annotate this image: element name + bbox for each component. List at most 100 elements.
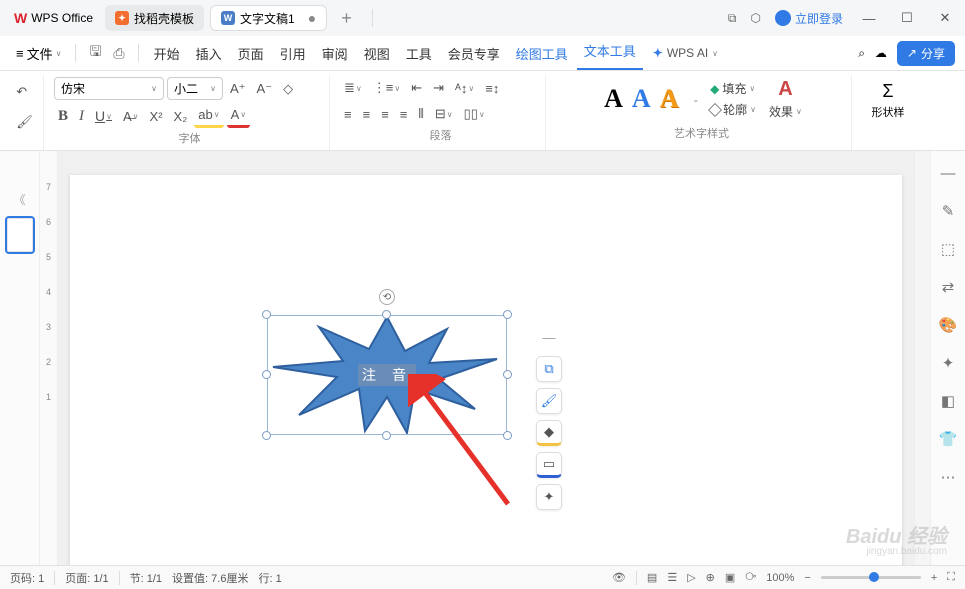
columns-icon[interactable]: ▯▯∨: [460, 103, 489, 125]
flow-tool-icon[interactable]: ⇄: [942, 278, 955, 296]
wps-ai-button[interactable]: ✦WPS AI∨: [653, 46, 718, 60]
zoom-in-button[interactable]: +: [931, 572, 937, 584]
view-split-icon[interactable]: ⧂: [745, 571, 756, 584]
page-thumbnail-1[interactable]: [7, 218, 33, 252]
file-menu[interactable]: ≡ 文件 ∨: [10, 41, 67, 66]
magic-tool-icon[interactable]: ✦: [942, 354, 955, 372]
vertical-scrollbar[interactable]: [914, 151, 930, 565]
text-direction-icon[interactable]: ᴬ↕∨: [451, 78, 478, 99]
resize-handle-sw[interactable]: [262, 431, 271, 440]
number-list-icon[interactable]: ⋮≡∨: [369, 77, 404, 99]
resize-handle-n[interactable]: [382, 310, 391, 319]
shirt-tool-icon[interactable]: 👕: [939, 430, 958, 448]
resize-handle-nw[interactable]: [262, 310, 271, 319]
increase-font-icon[interactable]: A⁺: [226, 78, 250, 100]
tab-templates[interactable]: ✦ 找稻壳模板: [105, 5, 204, 31]
menu-view[interactable]: 视图: [357, 40, 397, 67]
view-present-icon[interactable]: ▷: [687, 571, 695, 584]
subscript-button[interactable]: X₂: [170, 106, 192, 127]
minus-tool-icon[interactable]: —: [941, 165, 956, 182]
resize-handle-s[interactable]: [382, 431, 391, 440]
fullscreen-icon[interactable]: ⛶: [947, 571, 955, 584]
format-painter-icon[interactable]: 🖌: [12, 111, 37, 133]
vertical-ruler[interactable]: 7654321: [40, 151, 58, 565]
pencil-tool-icon[interactable]: ✎: [942, 202, 955, 220]
text-effects-button[interactable]: 效果∨: [769, 103, 802, 120]
menu-member[interactable]: 会员专享: [441, 40, 507, 67]
menu-drawing-tools[interactable]: 绘图工具: [509, 40, 575, 67]
resize-handle-ne[interactable]: [503, 310, 512, 319]
more-tools-icon[interactable]: ⋯: [941, 468, 956, 486]
menu-reference[interactable]: 引用: [273, 40, 313, 67]
tab-document[interactable]: W 文字文稿1 ●: [210, 5, 327, 31]
decrease-indent-icon[interactable]: ⇤: [407, 77, 426, 99]
close-button[interactable]: ✕: [933, 10, 957, 26]
float-outline-icon[interactable]: ▭: [536, 452, 562, 478]
align-left-icon[interactable]: ≡: [340, 104, 356, 125]
align-center-icon[interactable]: ≡: [359, 104, 375, 125]
underline-button[interactable]: U∨: [91, 105, 116, 127]
highlight-button[interactable]: ab∨: [194, 104, 223, 128]
italic-button[interactable]: I: [75, 105, 88, 128]
text-fill-button[interactable]: ◆填充∨: [710, 80, 756, 97]
maximize-button[interactable]: ☐: [895, 10, 919, 26]
collapse-nav-icon[interactable]: 《: [13, 191, 25, 208]
menu-text-tools[interactable]: 文本工具: [577, 37, 643, 70]
wordart-more-icon[interactable]: ⌄: [692, 95, 699, 104]
zoom-value[interactable]: 100%: [766, 572, 794, 584]
menu-start[interactable]: 开始: [147, 40, 187, 67]
status-section[interactable]: 节: 1/1: [130, 570, 162, 586]
font-family-select[interactable]: 仿宋∨: [54, 77, 164, 100]
minimize-button[interactable]: —: [857, 11, 881, 26]
float-wrap-icon[interactable]: ⧉: [536, 356, 562, 382]
line-spacing-icon[interactable]: ≡↕: [481, 78, 503, 99]
rotate-handle[interactable]: ⟲: [379, 289, 395, 305]
view-outline-icon[interactable]: ☰: [667, 571, 677, 584]
cube-icon[interactable]: ⬡: [751, 11, 761, 25]
select-tool-icon[interactable]: ⬚: [941, 240, 955, 258]
superscript-button[interactable]: X²: [146, 106, 167, 127]
clear-format-icon[interactable]: ◇: [279, 78, 297, 100]
float-more-icon[interactable]: ✦: [536, 484, 562, 510]
status-line[interactable]: 行: 1: [258, 570, 281, 586]
tab-close-icon[interactable]: ●: [308, 10, 316, 26]
menu-review[interactable]: 审阅: [315, 40, 355, 67]
resize-handle-w[interactable]: [262, 370, 271, 379]
zoom-slider[interactable]: [821, 576, 921, 579]
font-color-button[interactable]: A∨: [227, 104, 251, 128]
status-setting[interactable]: 设置值: 7.6厘米: [172, 570, 248, 586]
cloud-icon[interactable]: ☁: [875, 46, 887, 60]
wordart-style-2[interactable]: A: [629, 84, 654, 114]
selected-shape[interactable]: ⟲ 注 音: [267, 315, 507, 435]
view-read-icon[interactable]: 👁: [612, 571, 626, 584]
resize-handle-se[interactable]: [503, 431, 512, 440]
view-print-icon[interactable]: ▤: [647, 571, 657, 584]
shape-text[interactable]: 注 音: [358, 364, 416, 386]
palette-tool-icon[interactable]: 🎨: [939, 316, 958, 334]
resize-handle-e[interactable]: [503, 370, 512, 379]
formula-icon[interactable]: Σ: [882, 81, 893, 102]
decrease-font-icon[interactable]: A⁻: [253, 78, 277, 100]
text-outline-button[interactable]: 轮廓∨: [710, 101, 756, 118]
wordart-style-1[interactable]: A: [601, 84, 626, 114]
undo-button[interactable]: ↶: [12, 81, 37, 103]
strikethrough-button[interactable]: A̶∨: [119, 106, 143, 127]
align-right-icon[interactable]: ≡: [377, 104, 393, 125]
font-size-select[interactable]: 小二∨: [167, 77, 223, 100]
save-icon[interactable]: 🖫: [84, 38, 106, 68]
login-button[interactable]: 立即登录: [775, 10, 843, 27]
wordart-style-3[interactable]: A: [657, 84, 682, 114]
share-button[interactable]: ↗ 分享: [897, 41, 955, 66]
menu-page[interactable]: 页面: [231, 40, 271, 67]
distribute-icon[interactable]: ⫴: [414, 103, 427, 125]
float-fill-icon[interactable]: ◆: [536, 420, 562, 446]
status-pageno[interactable]: 页码: 1: [10, 570, 44, 586]
float-brush-icon[interactable]: 🖌: [536, 388, 562, 414]
layers-tool-icon[interactable]: ◧: [941, 392, 955, 410]
status-page[interactable]: 页面: 1/1: [65, 570, 108, 586]
vertical-align-icon[interactable]: ⊟∨: [431, 103, 457, 125]
add-tab-button[interactable]: +: [333, 8, 360, 29]
view-focus-icon[interactable]: ▣: [725, 571, 735, 584]
bullet-list-icon[interactable]: ≣∨: [340, 77, 366, 99]
zoom-out-button[interactable]: −: [804, 572, 810, 584]
